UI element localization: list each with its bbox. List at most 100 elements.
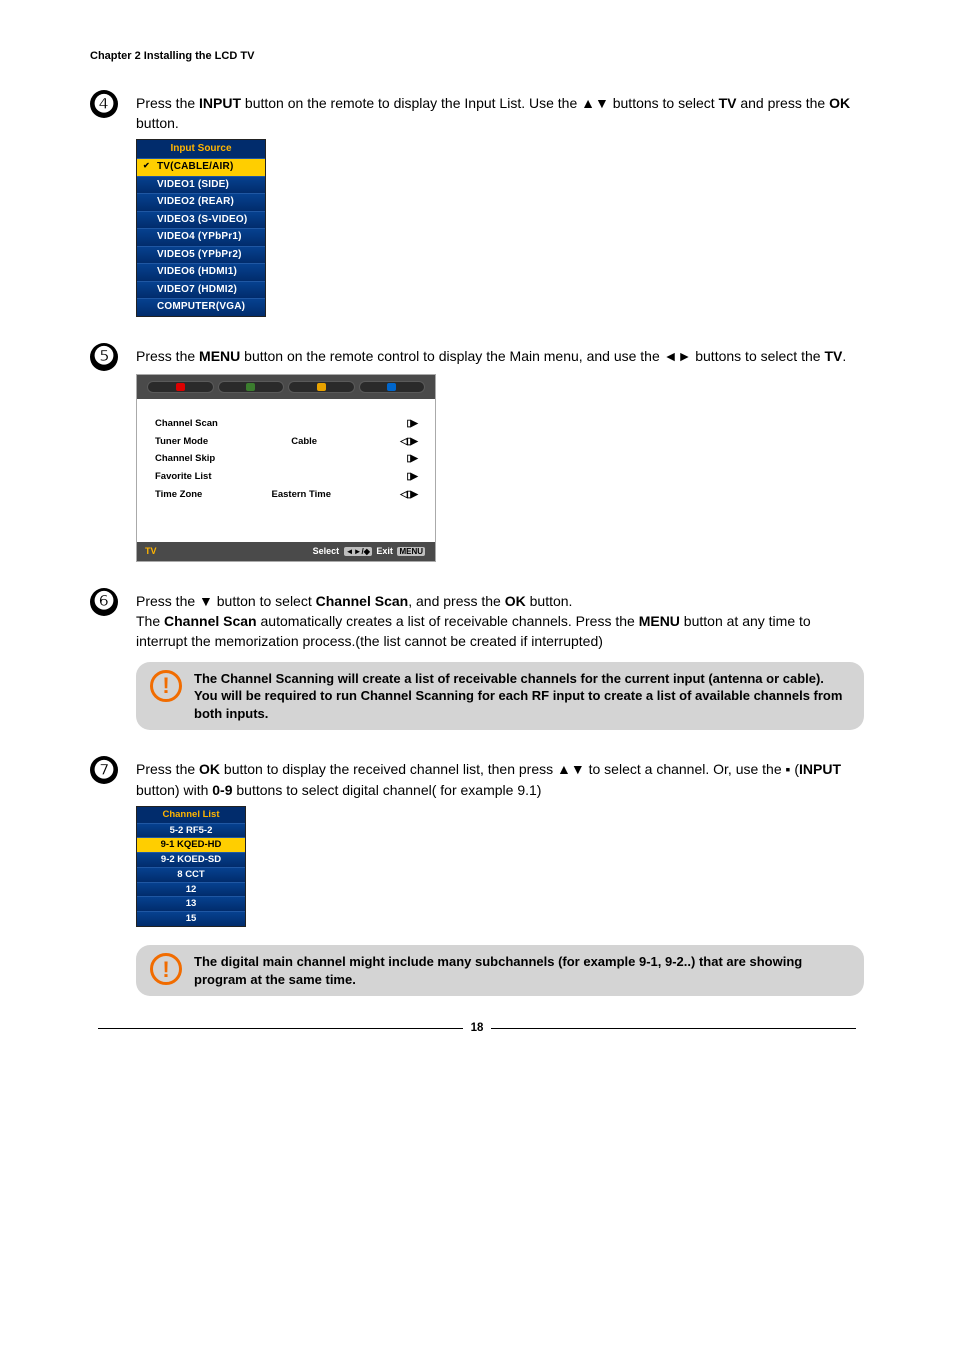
ok-bold: OK [505, 593, 526, 609]
ok-bold: OK [199, 761, 220, 777]
step-number-6: ❻ [90, 588, 118, 616]
fexit: Exit [376, 546, 393, 556]
t: button. [136, 115, 179, 131]
fkeys: ◄►/◆ [344, 547, 372, 556]
menu-bold: MENU [199, 348, 240, 364]
ml-l: Time Zone [155, 488, 202, 502]
input-bold: INPUT [799, 761, 841, 777]
input-bold: INPUT [199, 95, 241, 111]
ml-r: ▯▶ [406, 417, 417, 431]
channel-list-row: 12 [137, 882, 245, 897]
input-source-row: VIDEO7 (HDMI2) [137, 281, 265, 299]
alert-text: The digital main channel might include m… [194, 953, 850, 988]
menu-line: Favorite List ▯▶ [155, 470, 417, 484]
cs-bold2: Channel Scan [164, 613, 257, 629]
t: buttons to select digital channel( for e… [233, 782, 542, 798]
tv-bold: TV [824, 348, 842, 364]
cs-bold: Channel Scan [316, 593, 409, 609]
menu-line: Tuner Mode Cable ◁▯▶ [155, 435, 417, 449]
step-number-5: ❺ [90, 343, 118, 371]
t: . [842, 348, 846, 364]
input-source-row: TV(CABLE/AIR) [137, 158, 265, 176]
fmenu: MENU [397, 547, 425, 556]
footer-line [491, 1028, 856, 1029]
t: button on the remote to display the Inpu… [241, 95, 719, 111]
ml-l: Channel Skip [155, 452, 215, 466]
input-source-row: VIDEO3 (S-VIDEO) [137, 211, 265, 229]
t: The [136, 613, 164, 629]
ml-r: ◁▯▶ [400, 488, 417, 502]
menu-tab-video [147, 381, 214, 393]
ml-l: Tuner Mode [155, 435, 208, 449]
step-4: ❹ Press the INPUT button on the remote t… [90, 90, 864, 317]
t: button. [526, 593, 573, 609]
menu-tabs [137, 375, 435, 399]
step6-text: Press the ▼ button to select Channel Sca… [136, 591, 864, 652]
alert-text: The Channel Scanning will create a list … [194, 670, 850, 723]
step-number-4: ❹ [90, 90, 118, 118]
menu-line: Time Zone Eastern Time ◁▯▶ [155, 488, 417, 502]
t: button on the remote control to display … [240, 348, 824, 364]
ml-r: ◁▯▶ [400, 435, 417, 449]
tv-bold: TV [719, 95, 737, 111]
alert-icon: ! [150, 953, 182, 985]
input-source-row: COMPUTER(VGA) [137, 298, 265, 316]
videotab-icon [176, 383, 185, 391]
chapter-header: Chapter 2 Installing the LCD TV [90, 50, 864, 62]
menu-tab-audio [218, 381, 285, 393]
channel-list-row: 5-2 RF5-2 [137, 823, 245, 838]
alert-box: ! The Channel Scanning will create a lis… [136, 662, 864, 731]
t: Press the [136, 348, 199, 364]
ml-l: Favorite List [155, 470, 212, 484]
channel-list-row: 15 [137, 911, 245, 926]
channel-list-menu: Channel List 5-2 RF5-2 9-1 KQED-HD 9-2 K… [136, 806, 246, 927]
channel-list-title: Channel List [137, 807, 245, 823]
input-source-row: VIDEO1 (SIDE) [137, 176, 265, 194]
step-7: ❼ Press the OK button to display the rec… [90, 756, 864, 996]
channel-list-row: 8 CCT [137, 867, 245, 882]
menu-footer: TV Select ◄►/◆ Exit MENU [137, 542, 435, 561]
t: and press the [736, 95, 829, 111]
alert-icon: ! [150, 670, 182, 702]
t: button to display the received channel l… [220, 761, 799, 777]
menu-tab-tv [288, 381, 355, 393]
ml-m: Cable [291, 435, 317, 449]
step-number-7: ❼ [90, 756, 118, 784]
fsel: Select [313, 546, 340, 556]
ml-r: ▯▶ [406, 470, 417, 484]
tv-menu-screen: Channel Scan ▯▶ Tuner Mode Cable ◁▯▶ Channe… [136, 374, 436, 562]
channel-list-row: 9-2 KOED-SD [137, 852, 245, 867]
page-number: 18 [471, 1022, 484, 1034]
audiotab-icon [246, 383, 255, 391]
t: button) with [136, 782, 212, 798]
ml-l: Channel Scan [155, 417, 218, 431]
footer-right: Select ◄►/◆ Exit MENU [313, 545, 427, 558]
input-source-row: VIDEO2 (REAR) [137, 193, 265, 211]
page-footer: 18 [90, 1022, 864, 1034]
ml-r: ▯▶ [406, 452, 417, 466]
menu-line: Channel Skip ▯▶ [155, 452, 417, 466]
step-5: ❺ Press the MENU button on the remote co… [90, 343, 864, 562]
menu-bold: MENU [639, 613, 680, 629]
alert-box: ! The digital main channel might include… [136, 945, 864, 996]
t: Press the [136, 761, 199, 777]
step-6: ❻ Press the ▼ button to select Channel S… [90, 588, 864, 731]
input-source-row: VIDEO6 (HDMI1) [137, 263, 265, 281]
input-source-row: VIDEO5 (YPbPr2) [137, 246, 265, 264]
input-source-title: Input Source [137, 140, 265, 159]
menu-content: Channel Scan ▯▶ Tuner Mode Cable ◁▯▶ Channe… [137, 399, 435, 542]
ml-m: Eastern Time [272, 488, 332, 502]
t: automatically creates a list of receivab… [257, 613, 639, 629]
ok-bold: OK [829, 95, 850, 111]
t: , and press the [408, 593, 505, 609]
menu-line: Channel Scan ▯▶ [155, 417, 417, 431]
num-bold: 0-9 [212, 782, 232, 798]
channel-list-row: 13 [137, 896, 245, 911]
step4-text: Press the INPUT button on the remote to … [136, 93, 864, 134]
input-source-menu: Input Source TV(CABLE/AIR) VIDEO1 (SIDE)… [136, 139, 266, 317]
tvtab-icon [317, 383, 326, 391]
setuptab-icon [387, 383, 396, 391]
footer-line [98, 1028, 463, 1029]
t: Press the [136, 95, 199, 111]
step5-text: Press the MENU button on the remote cont… [136, 346, 864, 366]
